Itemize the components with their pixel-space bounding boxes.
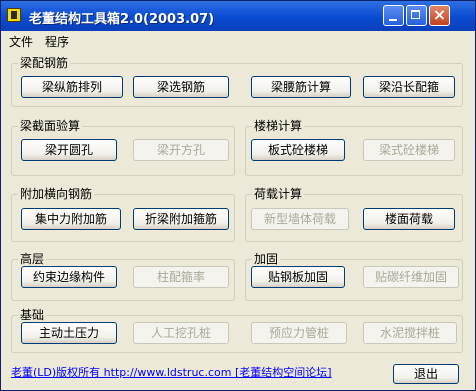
steel-plate-button[interactable]: 贴钢板加固 xyxy=(251,266,345,288)
slab-stair-button[interactable]: 板式砼楼梯 xyxy=(251,139,345,161)
prestressed-pile-button[interactable]: 预应力管桩 xyxy=(251,322,347,344)
copyright-link[interactable]: 老董(LD)版权所有 http://www.ldstruc.com [老董结构空… xyxy=(11,364,332,380)
close-button[interactable] xyxy=(429,5,450,26)
group-label: 基础 xyxy=(18,308,47,322)
wall-load-button[interactable]: 新型墙体荷载 xyxy=(251,208,349,230)
beam-stirrups-button[interactable]: 梁沿长配箍 xyxy=(363,76,455,98)
boundary-member-button[interactable]: 约束边缘构件 xyxy=(21,266,117,288)
column-stirrup-ratio-button[interactable]: 柱配箍率 xyxy=(133,266,229,288)
menu-bar: 文件 程序 xyxy=(1,31,475,51)
app-window: 老董结构工具箱2.0(2003.07) 文件 程序 梁配钢筋 梁纵筋排列 梁选钢… xyxy=(0,0,476,391)
beam-stair-button[interactable]: 梁式砼楼梯 xyxy=(363,139,455,161)
manual-pile-button[interactable]: 人工挖孔桩 xyxy=(133,322,229,344)
minimize-button[interactable] xyxy=(383,5,404,26)
group-label: 梁配钢筋 xyxy=(18,56,71,70)
menu-program[interactable]: 程序 xyxy=(45,33,69,50)
carbon-fiber-button[interactable]: 贴碳纤维加固 xyxy=(363,266,459,288)
floor-load-button[interactable]: 楼面荷载 xyxy=(363,208,455,230)
menu-file[interactable]: 文件 xyxy=(9,33,33,50)
group-label: 高层 xyxy=(18,252,47,266)
concentrated-load-bars-button[interactable]: 集中力附加筋 xyxy=(21,208,121,230)
beam-waist-bars-button[interactable]: 梁腰筋计算 xyxy=(251,76,351,98)
beam-longitudinal-bars-button[interactable]: 梁纵筋排列 xyxy=(21,76,123,98)
folded-beam-stirrups-button[interactable]: 折梁附加箍筋 xyxy=(133,208,229,230)
active-earth-pressure-button[interactable]: 主动土压力 xyxy=(21,322,117,344)
cement-mixing-pile-button[interactable]: 水泥搅拌桩 xyxy=(363,322,457,344)
window-title: 老董结构工具箱2.0(2003.07) xyxy=(29,12,215,27)
group-label: 荷载计算 xyxy=(252,187,305,201)
group-label: 加固 xyxy=(252,252,281,266)
maximize-button[interactable] xyxy=(406,5,427,26)
exit-button[interactable]: 退出 xyxy=(393,364,459,384)
group-label: 楼梯计算 xyxy=(252,119,305,133)
beam-square-hole-button[interactable]: 梁开方孔 xyxy=(133,139,229,161)
group-label: 附加横向钢筋 xyxy=(18,187,95,201)
title-bar[interactable]: 老董结构工具箱2.0(2003.07) xyxy=(1,1,475,31)
beam-round-hole-button[interactable]: 梁开圆孔 xyxy=(21,139,117,161)
app-icon xyxy=(7,8,21,22)
beam-select-bars-button[interactable]: 梁选钢筋 xyxy=(133,76,229,98)
group-label: 梁截面验算 xyxy=(18,119,83,133)
